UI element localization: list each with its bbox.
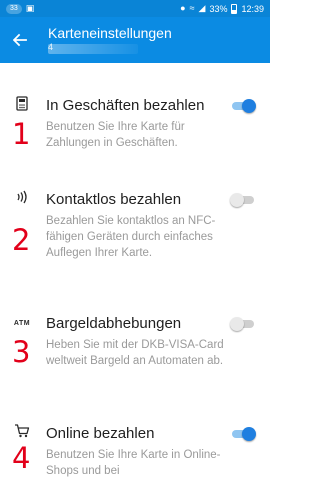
- setting-title: Kontaktlos bezahlen: [46, 191, 182, 208]
- signal-icon: ◢: [198, 3, 206, 13]
- toggle-knob: [242, 427, 256, 441]
- toggle-knob: [230, 193, 244, 207]
- toggle-contactless[interactable]: [230, 193, 256, 207]
- annotation-number: 2: [12, 223, 31, 257]
- setting-row-online-payments: Online bezahlen Benutzen Sie Ihre Karte …: [0, 417, 270, 480]
- setting-title: Online bezahlen: [46, 425, 155, 442]
- notification-count-badge: 33: [6, 3, 22, 14]
- annotation-number: 3: [12, 335, 31, 369]
- annotation-number: 4: [12, 441, 31, 475]
- toggle-knob: [242, 99, 256, 113]
- back-arrow-icon: [13, 33, 27, 47]
- wifi-icon: ≈: [189, 3, 195, 13]
- settings-list: In Geschäften bezahlen Benutzen Sie Ihre…: [0, 63, 270, 480]
- setting-row-cash-withdrawal: ATM Bargeldabhebungen Heben Sie mit der …: [0, 307, 270, 387]
- setting-title: In Geschäften bezahlen: [46, 97, 205, 114]
- setting-row-store-payments: In Geschäften bezahlen Benutzen Sie Ihre…: [0, 89, 270, 179]
- annotation-number: 1: [12, 117, 31, 151]
- setting-row-contactless: Kontaktlos bezahlen Bezahlen Sie kontakt…: [0, 183, 270, 283]
- atm-icon: ATM: [13, 319, 31, 327]
- contactless-icon: [14, 189, 30, 205]
- status-bar: 33 ▣ ● ≈ ◢ 33% 12:39: [0, 0, 270, 17]
- setting-description: Bezahlen Sie kontaktlos an NFC-fähigen G…: [46, 215, 216, 259]
- app-bar: Karteneinstellungen 4: [0, 17, 270, 63]
- battery-percent: 33%: [209, 3, 228, 14]
- store-card-terminal-icon: [14, 95, 30, 111]
- toggle-knob: [230, 317, 244, 331]
- setting-description: Heben Sie mit der DKB-VISA-Card weltweit…: [46, 339, 224, 367]
- status-left: 33 ▣: [6, 3, 35, 14]
- setting-description: Benutzen Sie Ihre Karte für Zahlungen in…: [46, 121, 185, 149]
- location-icon: ●: [180, 3, 186, 13]
- image-notification-icon: ▣: [25, 3, 35, 13]
- status-time: 12:39: [241, 3, 264, 14]
- setting-title: Bargeldabhebungen: [46, 315, 182, 332]
- page-title: Karteneinstellungen: [48, 25, 172, 41]
- toggle-store-payments[interactable]: [230, 99, 256, 113]
- toggle-cash-withdrawal[interactable]: [230, 317, 256, 331]
- toggle-online-payments[interactable]: [230, 427, 256, 441]
- back-button[interactable]: [10, 30, 30, 50]
- shopping-cart-icon: [14, 423, 30, 439]
- setting-description: Benutzen Sie Ihre Karte in Online-Shops …: [46, 449, 221, 477]
- battery-icon: [231, 3, 238, 14]
- card-number-redacted: [48, 44, 138, 54]
- status-right: ● ≈ ◢ 33% 12:39: [180, 3, 264, 14]
